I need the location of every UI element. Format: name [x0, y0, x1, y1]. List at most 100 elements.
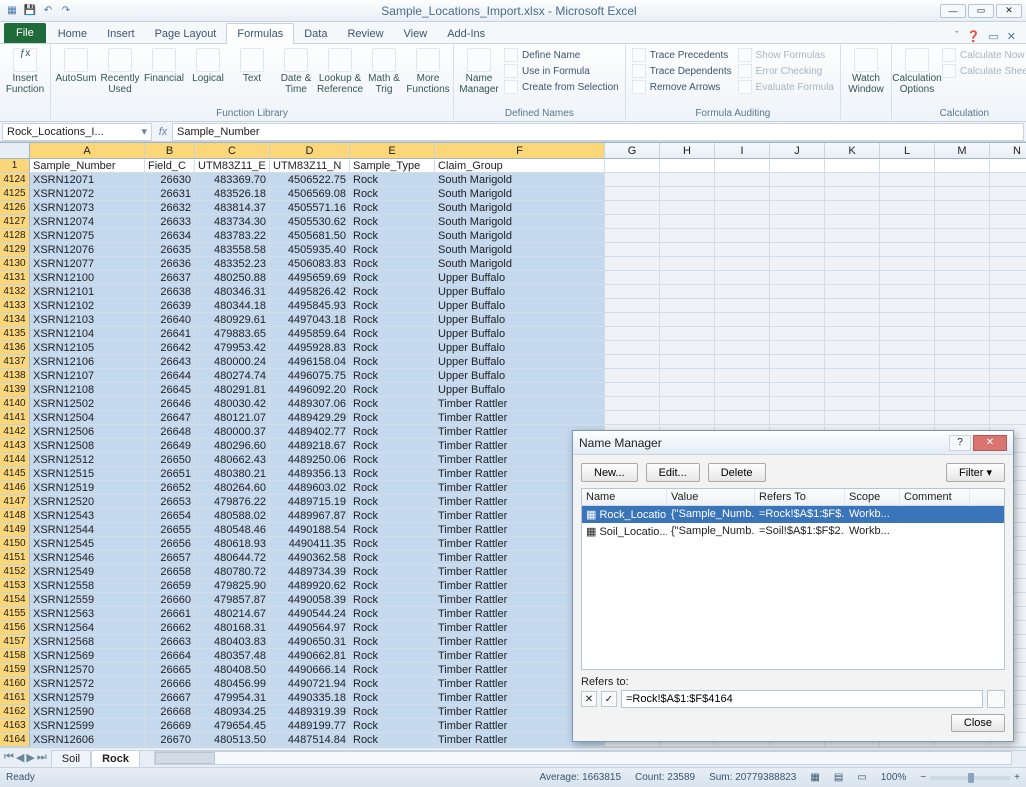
cell[interactable]: 480929.61: [195, 313, 270, 327]
cell[interactable]: XSRN12077: [30, 257, 145, 271]
cell[interactable]: [935, 229, 990, 243]
cell[interactable]: 483783.22: [195, 229, 270, 243]
tab-add-ins[interactable]: Add-Ins: [437, 24, 495, 43]
header-cell[interactable]: [770, 159, 825, 173]
tab-review[interactable]: Review: [337, 24, 393, 43]
cell[interactable]: Rock: [350, 481, 435, 495]
cell[interactable]: [715, 201, 770, 215]
view-normal-icon[interactable]: ▦: [810, 772, 819, 783]
more-functions-button[interactable]: More Functions: [409, 48, 447, 95]
cell[interactable]: 480403.83: [195, 635, 270, 649]
cell[interactable]: [715, 369, 770, 383]
cell[interactable]: [935, 173, 990, 187]
cell[interactable]: [825, 369, 880, 383]
header-cell[interactable]: [605, 159, 660, 173]
cell[interactable]: [990, 215, 1026, 229]
cell[interactable]: XSRN12520: [30, 495, 145, 509]
cell[interactable]: Upper Buffalo: [435, 383, 605, 397]
cell[interactable]: [880, 257, 935, 271]
redo-icon[interactable]: ↷: [58, 3, 74, 19]
cell[interactable]: [605, 187, 660, 201]
cell[interactable]: [770, 257, 825, 271]
cell[interactable]: 480264.60: [195, 481, 270, 495]
cell[interactable]: Upper Buffalo: [435, 327, 605, 341]
cell[interactable]: Rock: [350, 439, 435, 453]
cell[interactable]: [660, 229, 715, 243]
cell[interactable]: 4505681.50: [270, 229, 350, 243]
cell[interactable]: [660, 215, 715, 229]
cell[interactable]: [605, 271, 660, 285]
undo-icon[interactable]: ↶: [40, 3, 56, 19]
name-manager-button[interactable]: Name Manager: [460, 48, 498, 95]
cell[interactable]: 4505571.16: [270, 201, 350, 215]
cell[interactable]: XSRN12108: [30, 383, 145, 397]
cell[interactable]: 483558.58: [195, 243, 270, 257]
cell[interactable]: XSRN12545: [30, 537, 145, 551]
cell[interactable]: 26656: [145, 537, 195, 551]
cell[interactable]: XSRN12100: [30, 271, 145, 285]
col-header-E[interactable]: E: [350, 143, 435, 159]
cell[interactable]: [825, 397, 880, 411]
cell[interactable]: [990, 257, 1026, 271]
cell[interactable]: [715, 313, 770, 327]
cell[interactable]: [935, 341, 990, 355]
cell[interactable]: [825, 215, 880, 229]
cell[interactable]: 4489734.39: [270, 565, 350, 579]
cell[interactable]: 480346.31: [195, 285, 270, 299]
tab-formulas[interactable]: Formulas: [226, 23, 294, 44]
row-header[interactable]: 4152: [0, 565, 30, 579]
cell[interactable]: [990, 411, 1026, 425]
row-header-1[interactable]: 1: [0, 159, 30, 173]
cell[interactable]: 4505530.62: [270, 215, 350, 229]
cell[interactable]: [715, 229, 770, 243]
cell[interactable]: 480344.18: [195, 299, 270, 313]
cell[interactable]: Timber Rattler: [435, 397, 605, 411]
cell[interactable]: [825, 327, 880, 341]
cell[interactable]: 4497043.18: [270, 313, 350, 327]
cell[interactable]: Rock: [350, 299, 435, 313]
cell[interactable]: 26661: [145, 607, 195, 621]
cell[interactable]: 480456.99: [195, 677, 270, 691]
cell[interactable]: 4490362.58: [270, 551, 350, 565]
cell[interactable]: XSRN12107: [30, 369, 145, 383]
cell[interactable]: [990, 173, 1026, 187]
file-tab[interactable]: File: [4, 23, 46, 43]
logical-button[interactable]: Logical: [189, 48, 227, 85]
row-header[interactable]: 4160: [0, 677, 30, 691]
row-header[interactable]: 4126: [0, 201, 30, 215]
cell[interactable]: Rock: [350, 201, 435, 215]
cell[interactable]: 26666: [145, 677, 195, 691]
cell[interactable]: 4489319.39: [270, 705, 350, 719]
row-header[interactable]: 4144: [0, 453, 30, 467]
sheet-tab-rock[interactable]: Rock: [91, 750, 140, 767]
watch-window-button[interactable]: Watch Window: [847, 48, 885, 95]
cell[interactable]: Rock: [350, 453, 435, 467]
col-header-I[interactable]: I: [715, 143, 770, 159]
cell[interactable]: [935, 201, 990, 215]
col-header-G[interactable]: G: [605, 143, 660, 159]
cell[interactable]: [605, 327, 660, 341]
row-header[interactable]: 4137: [0, 355, 30, 369]
cell[interactable]: 26637: [145, 271, 195, 285]
cell[interactable]: South Marigold: [435, 243, 605, 257]
cell[interactable]: Rock: [350, 719, 435, 733]
cell[interactable]: 4490650.31: [270, 635, 350, 649]
cell[interactable]: 4496158.04: [270, 355, 350, 369]
cell[interactable]: South Marigold: [435, 173, 605, 187]
cell[interactable]: XSRN12519: [30, 481, 145, 495]
cell[interactable]: 480121.07: [195, 411, 270, 425]
row-header[interactable]: 4164: [0, 733, 30, 747]
cell[interactable]: [770, 243, 825, 257]
view-pagebreak-icon[interactable]: ▭: [857, 772, 866, 783]
col-header-D[interactable]: D: [270, 143, 350, 159]
cell[interactable]: 480291.81: [195, 383, 270, 397]
cell[interactable]: Upper Buffalo: [435, 355, 605, 369]
cell[interactable]: [715, 299, 770, 313]
cell[interactable]: XSRN12075: [30, 229, 145, 243]
row-header[interactable]: 4154: [0, 593, 30, 607]
create-from-selection-button[interactable]: Create from Selection: [504, 80, 619, 94]
cell[interactable]: [825, 229, 880, 243]
cell[interactable]: XSRN12101: [30, 285, 145, 299]
cell[interactable]: Rock: [350, 733, 435, 747]
row-header[interactable]: 4146: [0, 481, 30, 495]
